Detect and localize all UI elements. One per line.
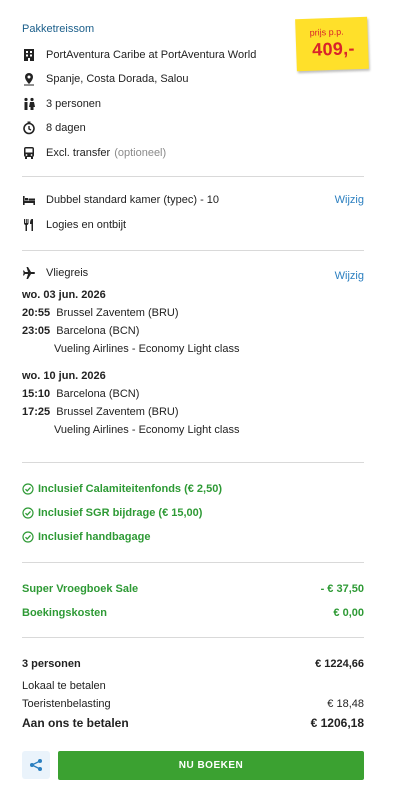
- leg-date: wo. 10 jun. 2026: [22, 370, 106, 382]
- persons-icon: [22, 97, 36, 111]
- price-badge: prijs p.p. 409,-: [295, 16, 369, 72]
- location-text: Spanje, Costa Dorada, Salou: [46, 73, 189, 85]
- airplane-icon: [22, 266, 36, 280]
- check-circle-icon: [22, 531, 34, 543]
- duration-row: 8 dagen: [22, 120, 86, 136]
- board-row: Logies en ontbijt: [22, 217, 126, 233]
- inclusion-text: Inclusief SGR bijdrage (€ 15,00): [38, 507, 203, 519]
- bus-icon: [22, 146, 36, 160]
- booking-costs-row: Boekingskosten € 0,00: [22, 607, 364, 619]
- leg-arrival: 17:25 Brussel Zaventem (BRU): [22, 406, 179, 418]
- leg-carrier: Vueling Airlines - Economy Light class: [54, 424, 240, 436]
- leg-departure: 20:55 Brussel Zaventem (BRU): [22, 307, 179, 319]
- arr-time: 23:05: [22, 325, 51, 337]
- transfer-note: (optioneel): [114, 147, 167, 159]
- discount-label: Super Vroegboek Sale: [22, 583, 139, 595]
- inclusion-item: Inclusief Calamiteitenfonds (€ 2,50): [22, 483, 222, 495]
- local-pay-label: Lokaal te betalen: [22, 680, 106, 692]
- divider: [22, 176, 364, 177]
- price-badge-label: prijs p.p.: [309, 26, 344, 38]
- inclusion-item: Inclusief handbagage: [22, 531, 150, 543]
- bed-icon: [22, 193, 36, 207]
- dep-place: Brussel Zaventem (BRU): [56, 307, 179, 319]
- dep-time: 15:10: [22, 388, 51, 400]
- tourist-tax-value: € 18,48: [327, 698, 364, 710]
- flight-change-link[interactable]: Wijzig: [335, 270, 364, 282]
- booking-costs-label: Boekingskosten: [22, 607, 107, 619]
- room-change-link[interactable]: Wijzig: [335, 194, 364, 206]
- pay-total-value: € 1206,18: [310, 716, 364, 730]
- location-pin-icon: [22, 72, 36, 86]
- tourist-tax-row: Toeristenbelasting € 18,48: [22, 698, 364, 710]
- hotel-name: PortAventura Caribe at PortAventura Worl…: [46, 49, 257, 61]
- share-button[interactable]: [22, 751, 50, 779]
- location-row: Spanje, Costa Dorada, Salou: [22, 71, 188, 87]
- transfer-row: Excl. transfer (optioneel): [22, 145, 166, 161]
- room-row: Dubbel standard kamer (typec) - 10: [22, 192, 219, 208]
- persons-text: 3 personen: [46, 98, 102, 110]
- persons-total-value: € 1224,66: [315, 658, 364, 670]
- leg-carrier: Vueling Airlines - Economy Light class: [54, 343, 240, 355]
- persons-row: 3 personen: [22, 96, 101, 112]
- share-icon: [30, 759, 42, 771]
- cutlery-icon: [22, 218, 36, 232]
- inclusion-text: Inclusief handbagage: [38, 531, 151, 543]
- dep-time: 20:55: [22, 307, 51, 319]
- room-type: Dubbel standard kamer (typec) - 10: [46, 194, 220, 206]
- flight-label: Vliegreis: [46, 267, 89, 279]
- divider: [22, 250, 364, 251]
- flight-header: Vliegreis: [22, 265, 88, 281]
- pay-total-label: Aan ons te betalen: [22, 716, 129, 730]
- book-now-button[interactable]: NU BOEKEN: [58, 751, 364, 780]
- transfer-text: Excl. transfer: [46, 147, 111, 159]
- persons-total-row: 3 personen € 1224,66: [22, 658, 364, 670]
- duration-text: 8 dagen: [46, 122, 86, 134]
- inclusion-text: Inclusief Calamiteitenfonds (€ 2,50): [38, 483, 222, 495]
- arr-place: Barcelona (BCN): [56, 325, 140, 337]
- timer-icon: [22, 121, 36, 135]
- building-icon: [22, 48, 36, 62]
- package-title: Pakketreissom: [22, 23, 95, 35]
- leg-departure: 15:10 Barcelona (BCN): [22, 388, 139, 400]
- persons-total-label: 3 personen: [22, 658, 81, 670]
- arr-time: 17:25: [22, 406, 51, 418]
- discount-row: Super Vroegboek Sale - € 37,50: [22, 583, 364, 595]
- booking-costs-value: € 0,00: [333, 607, 364, 619]
- leg-arrival: 23:05 Barcelona (BCN): [22, 325, 139, 337]
- divider: [22, 462, 364, 463]
- check-circle-icon: [22, 483, 34, 495]
- check-circle-icon: [22, 507, 34, 519]
- divider: [22, 562, 364, 563]
- dep-place: Barcelona (BCN): [56, 388, 140, 400]
- board-type: Logies en ontbijt: [46, 219, 127, 231]
- leg-date: wo. 03 jun. 2026: [22, 289, 106, 301]
- tourist-tax-label: Toeristenbelasting: [22, 698, 111, 710]
- pay-total-row: Aan ons te betalen € 1206,18: [22, 716, 364, 730]
- inclusion-item: Inclusief SGR bijdrage (€ 15,00): [22, 507, 202, 519]
- arr-place: Brussel Zaventem (BRU): [56, 406, 179, 418]
- price-badge-value: 409,-: [311, 38, 356, 60]
- divider: [22, 637, 364, 638]
- local-pay-row: Lokaal te betalen: [22, 680, 364, 692]
- hotel-row: PortAventura Caribe at PortAventura Worl…: [22, 47, 256, 63]
- discount-value: - € 37,50: [320, 583, 364, 595]
